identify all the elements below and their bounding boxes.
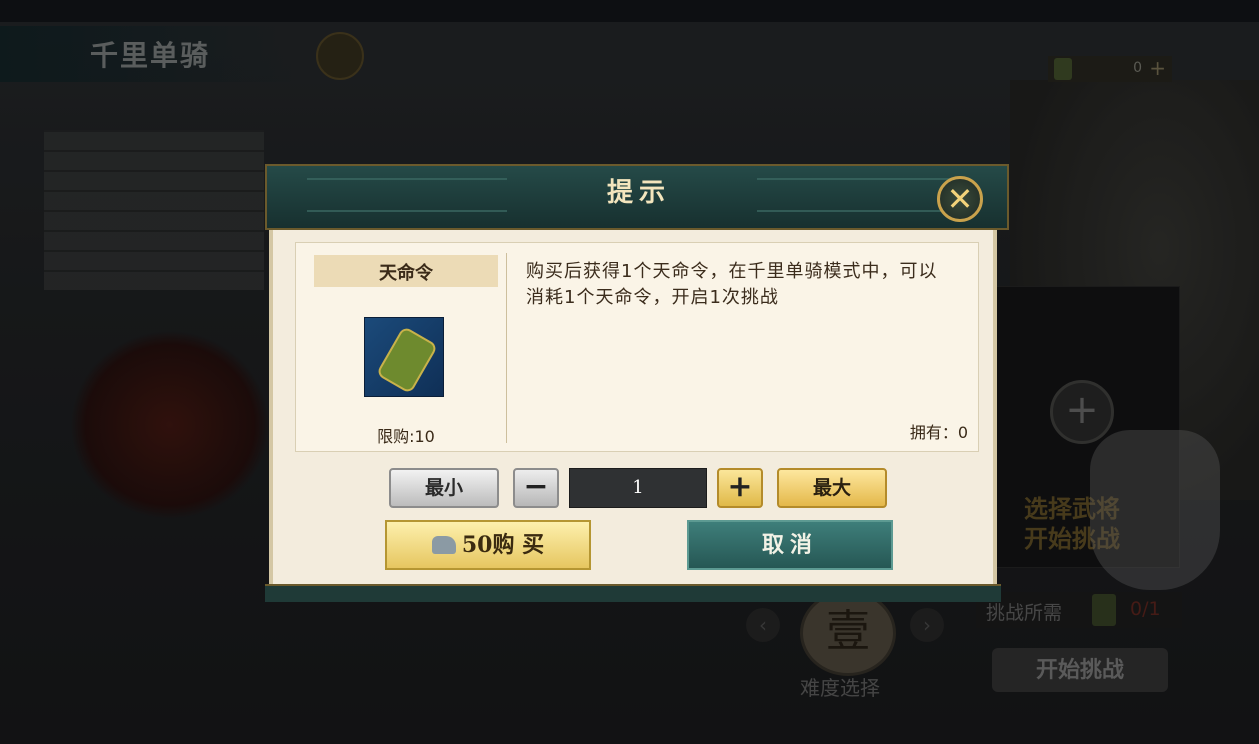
dialog-body: 天命令 限购:10 购买后获得1个天命令，在千里单骑模式中，可以消耗1个天命令，… (269, 230, 997, 584)
increase-quantity-button[interactable]: + (717, 468, 763, 508)
item-name: 天命令 (379, 263, 433, 284)
owned-count: 拥有：0 (909, 423, 968, 442)
min-quantity-button[interactable]: 最小 (389, 468, 499, 508)
item-description: 购买后获得1个天命令，在千里单骑模式中，可以消耗1个天命令，开启1次挑战 (526, 261, 938, 308)
cancel-button[interactable]: 取消 (687, 520, 893, 570)
item-info-box: 天命令 限购:10 购买后获得1个天命令，在千里单骑模式中，可以消耗1个天命令，… (295, 242, 979, 452)
dialog-title: 提示 (606, 178, 671, 208)
close-icon[interactable]: ✕ (937, 176, 983, 222)
buy-button-label: 50购 买 (461, 532, 545, 558)
tianming-token-icon (364, 317, 444, 397)
dialog-header: 提示 ✕ (265, 164, 1009, 230)
buy-button[interactable]: 50购 买 (385, 520, 591, 570)
max-quantity-button[interactable]: 最大 (777, 468, 887, 508)
purchase-dialog: 提示 ✕ 天命令 限购:10 购买后获得1个天命令，在千里单骑模式中，可以消耗1… (265, 164, 1009, 602)
decrease-quantity-button[interactable]: − (513, 468, 559, 508)
silver-ingot-icon (431, 536, 456, 554)
dialog-footer (265, 584, 1001, 602)
purchase-limit: 限购:10 (377, 427, 435, 446)
divider (506, 253, 507, 443)
quantity-field[interactable]: 1 (569, 468, 707, 508)
